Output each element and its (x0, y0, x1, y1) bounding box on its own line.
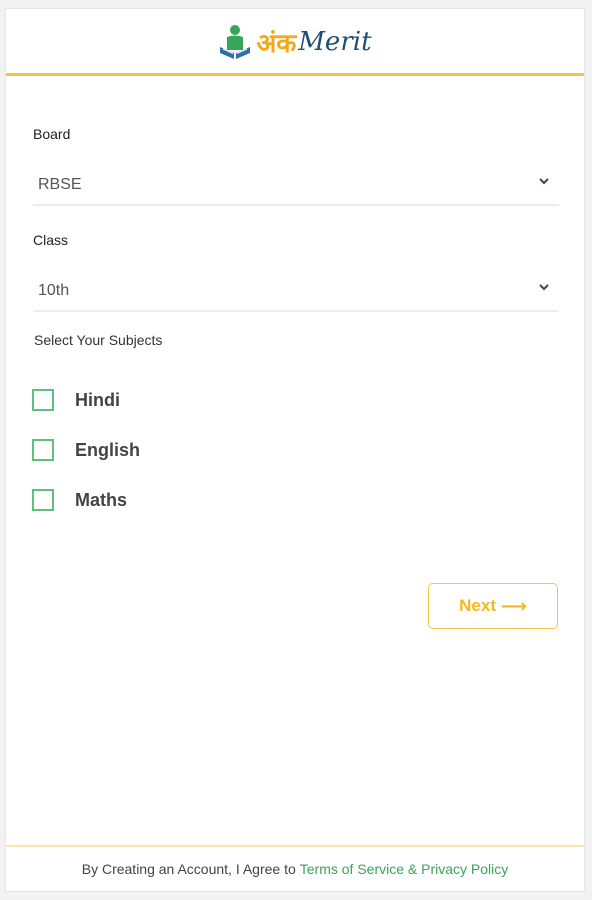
board-select-value: RBSE (38, 176, 82, 193)
class-select-value: 10th (38, 282, 70, 299)
header: अंक Merit (6, 9, 584, 76)
subject-label: Maths (75, 489, 128, 510)
chevron-down-icon (537, 280, 551, 294)
subject-option-maths[interactable]: Maths (32, 486, 127, 514)
logo: अंक Merit (218, 23, 372, 61)
logo-text-hindi: अंक (256, 29, 297, 59)
subject-label: Hindi (75, 389, 120, 410)
hindi-checkbox[interactable] (32, 389, 54, 411)
chevron-down-icon (537, 174, 551, 188)
terms-privacy-link[interactable]: Terms of Service & Privacy Policy (300, 861, 509, 877)
english-checkbox[interactable] (32, 439, 54, 461)
logo-reader-icon (218, 23, 252, 61)
footer: By Creating an Account, I Agree to Terms… (6, 845, 584, 891)
class-select[interactable]: 10th (33, 278, 559, 312)
signup-card: अंक Merit Board RBSE Class 10th Select Y… (5, 8, 585, 892)
class-label: Class (33, 232, 69, 248)
maths-checkbox[interactable] (32, 489, 54, 511)
subject-option-english[interactable]: English (32, 436, 140, 464)
board-select[interactable]: RBSE (33, 172, 559, 206)
board-label: Board (33, 126, 71, 142)
next-button-label: Next (459, 596, 497, 615)
footer-text: By Creating an Account, I Agree to (81, 861, 296, 877)
arrow-right-icon: ⟶ (501, 595, 527, 616)
subject-option-hindi[interactable]: Hindi (32, 386, 120, 414)
subjects-heading: Select Your Subjects (34, 332, 163, 348)
subject-label: English (75, 439, 141, 460)
next-button[interactable]: Next ⟶ (428, 583, 558, 629)
logo-text-english: Merit (298, 27, 372, 57)
